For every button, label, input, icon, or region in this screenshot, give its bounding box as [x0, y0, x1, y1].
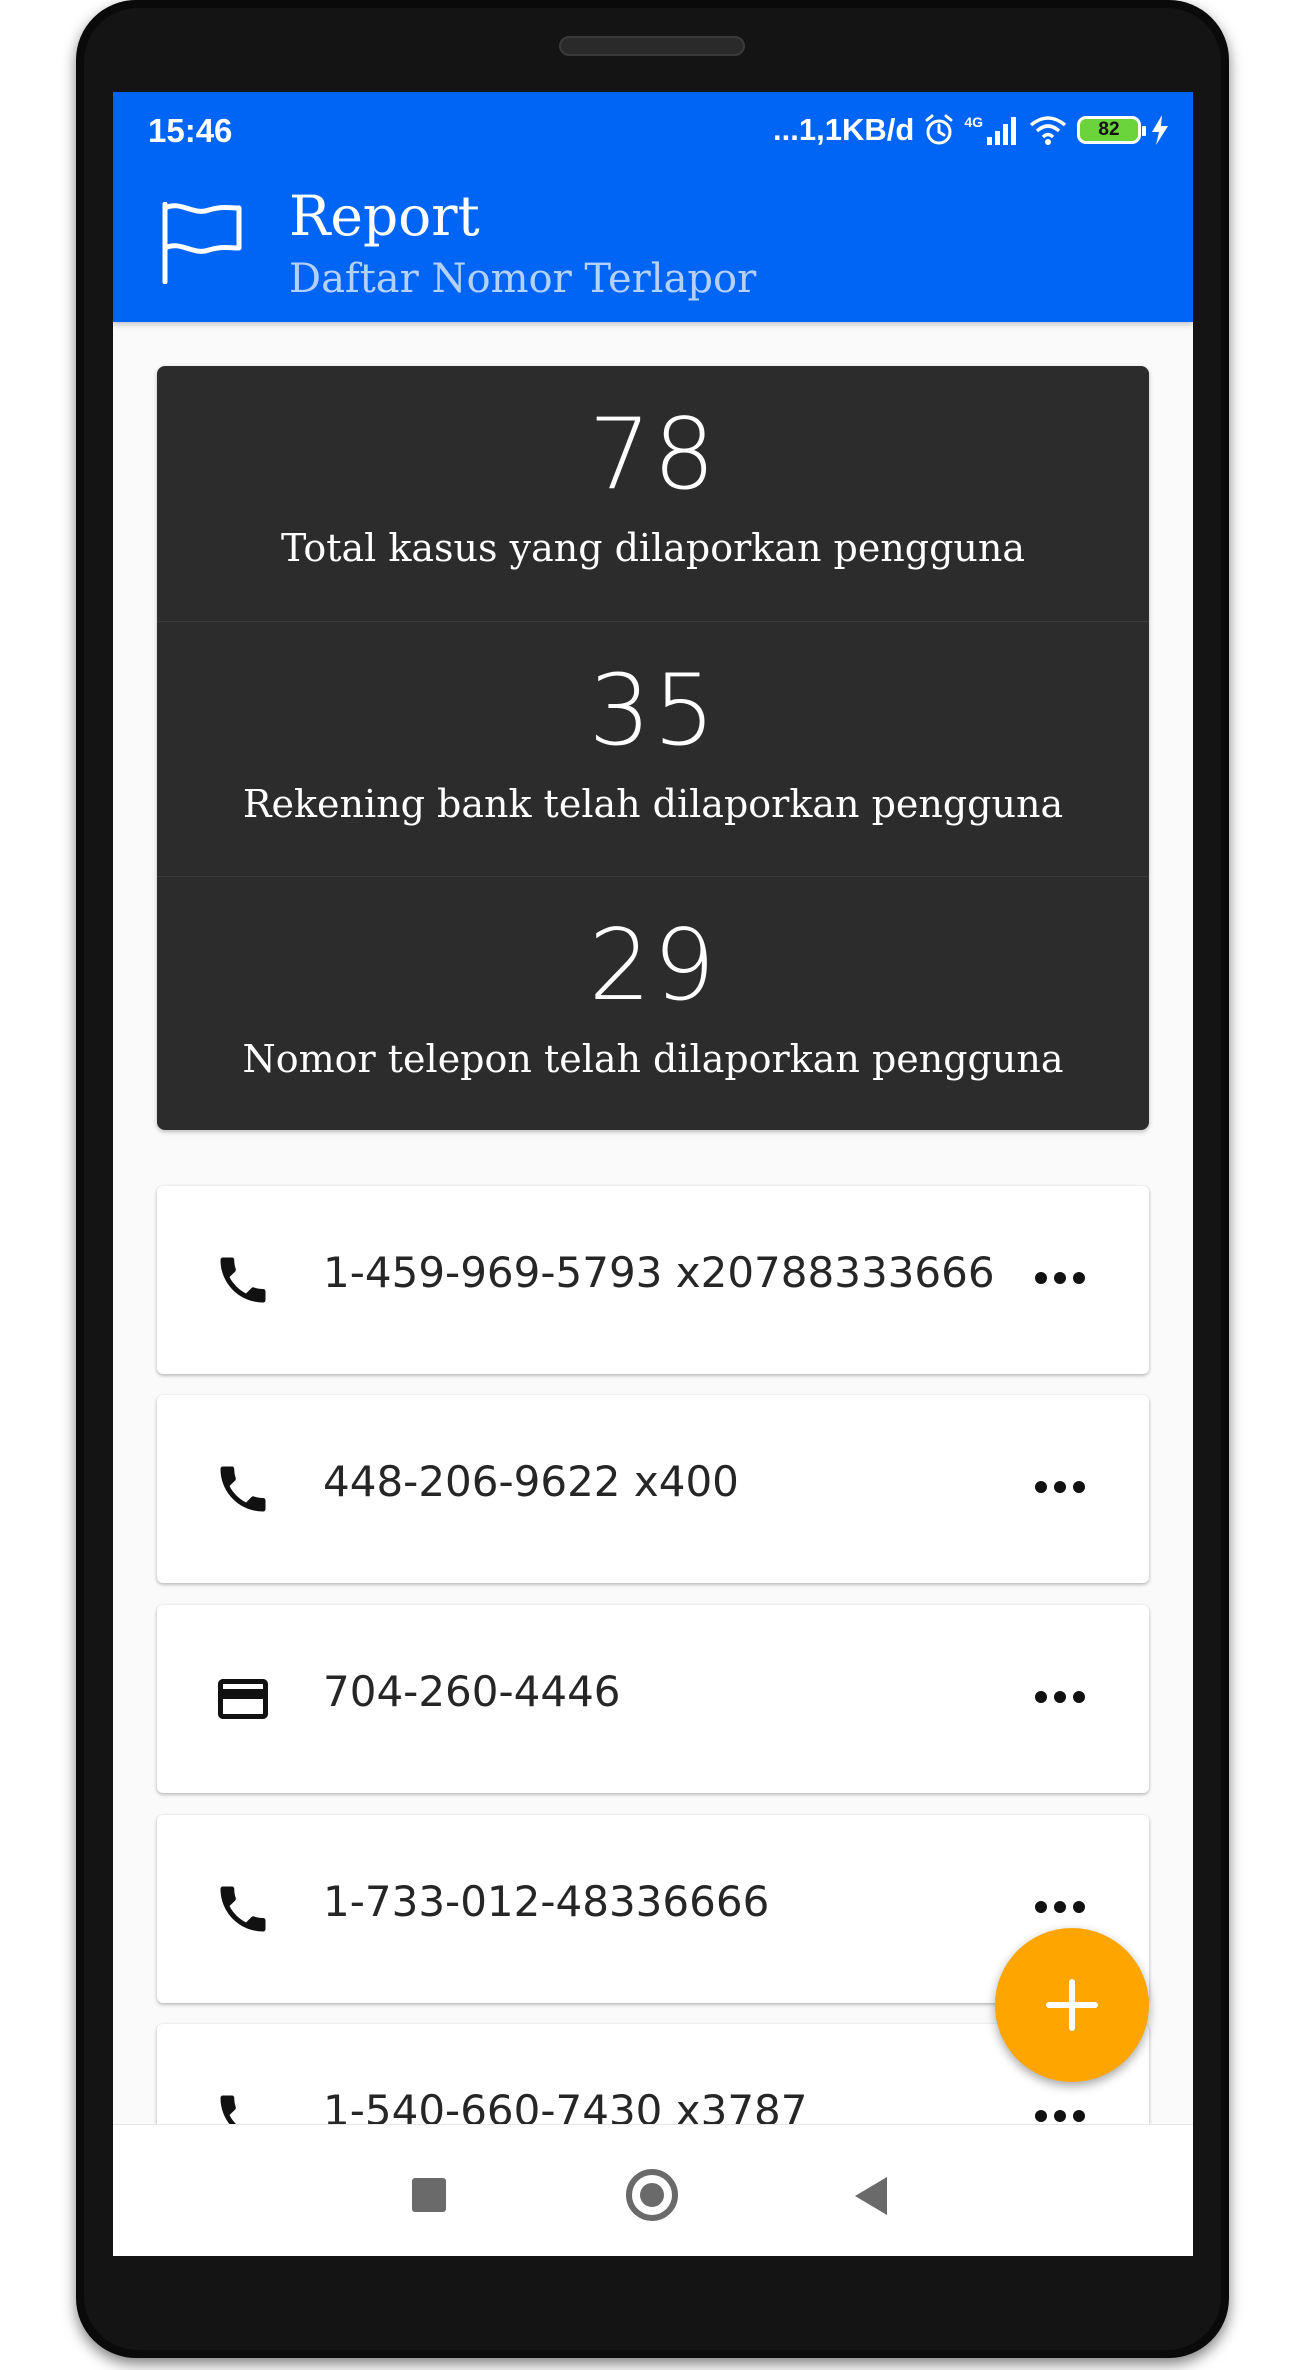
stat-value: 35 [588, 654, 718, 768]
plus-icon [1046, 1979, 1098, 2031]
signal-icon [987, 117, 1016, 145]
report-item[interactable]: 448-206-9622 x400 [157, 1395, 1149, 1583]
home-icon[interactable] [626, 2169, 678, 2221]
stat-value: 78 [588, 398, 718, 512]
report-item[interactable]: 1-459-969-5793 x20788333666 [157, 1186, 1149, 1374]
stat-bank-accounts: 35 Rekening bank telah dilaporkan penggu… [157, 621, 1149, 876]
stat-label: Rekening bank telah dilaporkan pengguna [242, 782, 1064, 826]
report-number: 704-260-4446 [323, 1667, 621, 1716]
phone-icon [220, 1257, 266, 1303]
recents-icon[interactable] [412, 2178, 446, 2212]
flag-icon [162, 202, 242, 284]
network-speed: ...1,1KB/d [773, 112, 915, 147]
stat-label: Nomor telepon telah dilaporkan pengguna [242, 1037, 1064, 1081]
system-nav-bar [113, 2124, 1193, 2256]
app-bar: 15:46 ...1,1KB/d 4G 82 Report Daftar Nom… [113, 92, 1193, 322]
report-number: 1-733-012-48336666 [323, 1877, 770, 1926]
credit-card-icon [218, 1679, 268, 1719]
stats-card: 78 Total kasus yang dilaporkan pengguna … [157, 366, 1149, 1130]
phone-icon [220, 1466, 266, 1512]
stat-total-cases: 78 Total kasus yang dilaporkan pengguna [157, 366, 1149, 621]
app-subtitle: Daftar Nomor Terlapor [289, 256, 757, 302]
charging-icon [1152, 115, 1168, 145]
status-icons: ...1,1KB/d 4G 82 [773, 110, 1169, 150]
back-icon[interactable] [855, 2177, 887, 2215]
more-options-icon[interactable] [1035, 1272, 1085, 1288]
stat-label: Total kasus yang dilaporkan pengguna [280, 526, 1026, 570]
stat-value: 29 [588, 909, 718, 1023]
battery-icon: 82 [1077, 116, 1146, 144]
screen: 15:46 ...1,1KB/d 4G 82 Report Daftar Nom… [113, 92, 1193, 2256]
earpiece-speaker [559, 36, 745, 56]
network-type: 4G [964, 114, 983, 130]
report-number: 448-206-9622 x400 [323, 1457, 739, 1506]
report-item[interactable]: 704-260-4446 [157, 1605, 1149, 1793]
more-options-icon[interactable] [1035, 1901, 1085, 1917]
more-options-icon[interactable] [1035, 1691, 1085, 1707]
stat-phone-numbers: 29 Nomor telepon telah dilaporkan penggu… [157, 876, 1149, 1131]
more-options-icon[interactable] [1035, 1481, 1085, 1497]
phone-icon [220, 1886, 266, 1932]
battery-level: 82 [1098, 119, 1120, 140]
report-number: 1-459-969-5793 x20788333666 [323, 1248, 995, 1297]
add-report-button[interactable] [995, 1928, 1149, 2082]
status-time: 15:46 [148, 112, 233, 149]
alarm-icon [925, 114, 953, 145]
wifi-icon [1029, 116, 1067, 145]
app-title: Report [289, 184, 480, 248]
